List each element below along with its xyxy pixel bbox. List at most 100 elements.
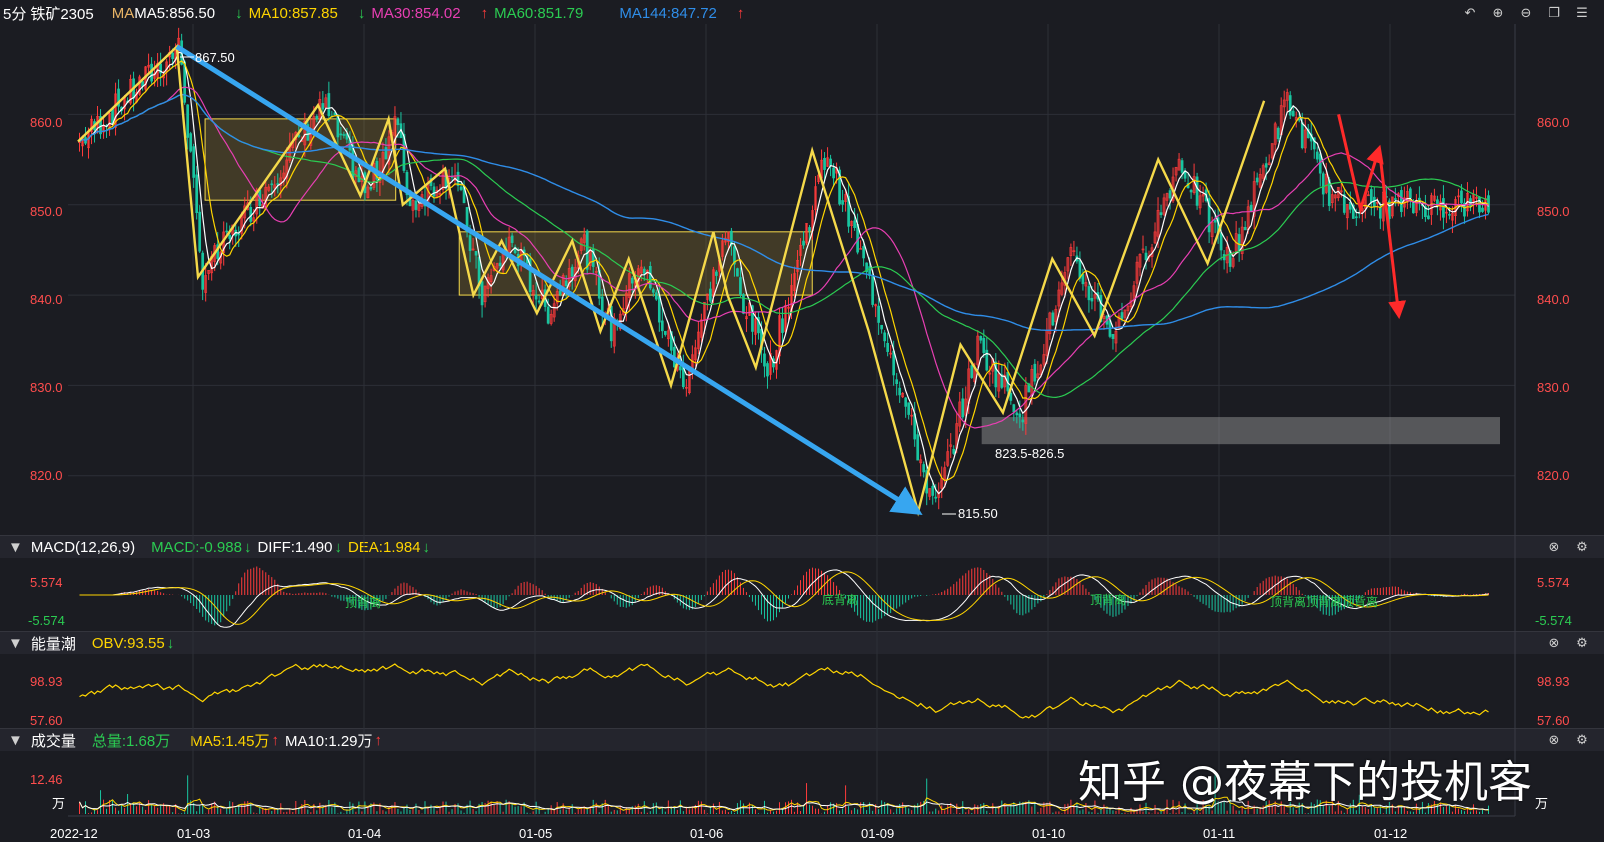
- candle-body: [1442, 198, 1445, 218]
- volume-total: 总量:1.68万: [91, 732, 171, 750]
- candle-body: [180, 40, 183, 65]
- candle-body: [964, 398, 968, 416]
- candle-body: [249, 207, 253, 222]
- candle-body: [1072, 250, 1076, 253]
- close-icon[interactable]: ⊗: [1546, 635, 1562, 651]
- candle-body: [1333, 194, 1337, 199]
- macd-line: [79, 569, 1489, 628]
- candle-body: [1351, 204, 1355, 219]
- candle-body: [1487, 195, 1490, 213]
- candle-body: [991, 358, 995, 372]
- zoom-in-icon[interactable]: ⊕: [1490, 5, 1506, 21]
- collapse-icon[interactable]: ▼: [8, 635, 23, 652]
- collapse-icon[interactable]: ▼: [8, 732, 23, 749]
- candle-body: [1436, 199, 1439, 207]
- candle-body: [1279, 105, 1283, 136]
- gear-icon[interactable]: ⚙: [1574, 635, 1590, 651]
- candle-body: [730, 230, 733, 246]
- close-icon[interactable]: ⊗: [1546, 539, 1562, 555]
- candle-body: [1198, 195, 1202, 209]
- candle-body: [1300, 122, 1304, 149]
- candle-body: [465, 207, 469, 232]
- down-arrow-icon: ↓: [422, 538, 431, 556]
- chart-canvas[interactable]: 860.0 850.0 840.0 830.0 820.0 860.0 850.…: [0, 0, 1604, 842]
- candle-body: [778, 315, 781, 357]
- candle-body: [171, 52, 174, 60]
- obv-panel: [79, 663, 1489, 719]
- candle-body: [606, 307, 610, 315]
- up-arrow-icon: ↑: [736, 4, 745, 22]
- candle-body: [531, 289, 535, 295]
- candle-body: [1114, 330, 1118, 344]
- obv-line: [79, 663, 1489, 719]
- candle-body: [1472, 194, 1475, 202]
- consolidation-zones: [204, 118, 1500, 445]
- candle-body: [258, 189, 262, 207]
- candle-body: [141, 81, 144, 87]
- candle-body: [615, 322, 619, 325]
- candle-body: [1430, 195, 1433, 215]
- candle-body: [438, 192, 442, 195]
- candle-body: [1421, 204, 1424, 207]
- candle-body: [970, 365, 974, 378]
- candle-body: [648, 265, 652, 289]
- candle-body: [669, 331, 673, 351]
- candle-body: [486, 277, 490, 289]
- candle-body: [784, 305, 787, 332]
- candle-body: [1189, 189, 1193, 193]
- high-price-label: 867.50: [195, 50, 235, 65]
- menu-icon[interactable]: ☰: [1574, 5, 1590, 21]
- candle-body: [1192, 176, 1196, 193]
- candle-body: [90, 118, 93, 133]
- candle-body: [1412, 201, 1415, 214]
- candle-body: [519, 249, 523, 264]
- candle-body: [838, 169, 841, 205]
- candle-body: [165, 61, 168, 73]
- candle-body: [477, 256, 481, 287]
- candle-body: [1466, 192, 1469, 212]
- candle-body: [1448, 214, 1451, 216]
- candle-body: [742, 294, 745, 314]
- candle-body: [576, 255, 580, 269]
- candle-body: [1087, 286, 1091, 301]
- volume-title[interactable]: 成交量: [31, 730, 76, 751]
- candle-body: [1261, 165, 1265, 179]
- candle-body: [108, 113, 111, 130]
- undo-icon[interactable]: ↶: [1462, 5, 1478, 21]
- candle-body: [1246, 206, 1250, 231]
- candle-body: [630, 277, 634, 284]
- candle-body: [1267, 162, 1271, 166]
- collapse-icon[interactable]: ▼: [8, 539, 23, 556]
- candle-body: [1051, 312, 1055, 326]
- candle-body: [1012, 404, 1016, 413]
- price-tick: 840.0: [30, 292, 63, 307]
- candle-body: [1123, 309, 1127, 318]
- candle-body: [390, 132, 394, 141]
- obv-title[interactable]: 能量潮: [31, 633, 76, 654]
- candle-body: [1186, 183, 1190, 189]
- symbol-label[interactable]: 铁矿2305: [30, 3, 93, 24]
- candle-body: [240, 214, 244, 234]
- macd-title[interactable]: MACD(12,26,9): [31, 539, 135, 556]
- candle-body: [150, 63, 153, 82]
- candle-body: [453, 176, 457, 181]
- candle-body: [1222, 254, 1226, 261]
- candle-body: [1090, 297, 1094, 302]
- candle-body: [694, 347, 697, 361]
- candle-body: [582, 234, 586, 243]
- candle-body: [901, 393, 905, 398]
- candle-body: [639, 266, 643, 274]
- candle-body: [1063, 272, 1067, 286]
- gear-icon[interactable]: ⚙: [1574, 732, 1590, 748]
- consolidation-box: [458, 231, 813, 296]
- period-label[interactable]: 5分: [3, 3, 26, 24]
- diff-value: DIFF:1.490: [257, 538, 333, 556]
- candle-body: [126, 100, 129, 103]
- candle-body: [736, 268, 739, 277]
- candle-body: [1138, 253, 1142, 268]
- zoom-out-icon[interactable]: ⊖: [1518, 5, 1534, 21]
- gear-icon[interactable]: ⚙: [1574, 539, 1590, 555]
- candle-body: [1099, 294, 1103, 323]
- window-icon[interactable]: ❐: [1546, 5, 1562, 21]
- close-icon[interactable]: ⊗: [1546, 732, 1562, 748]
